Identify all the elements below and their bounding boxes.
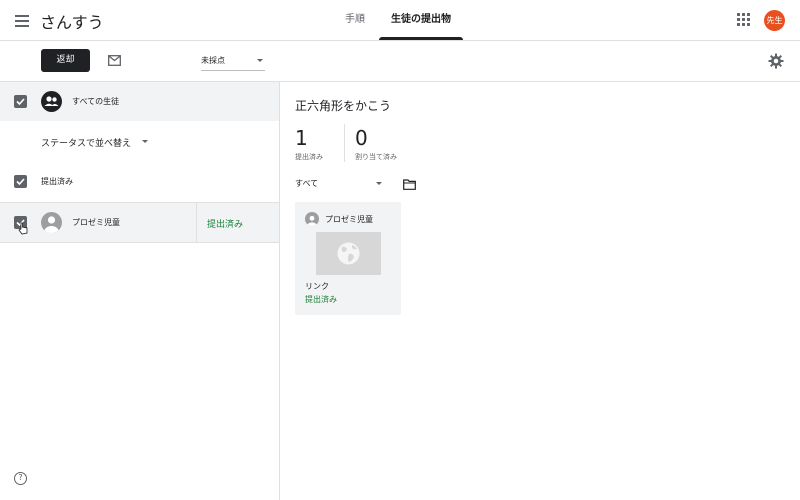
email-icon[interactable]: [108, 55, 121, 66]
grade-filter-value: 未採点: [201, 56, 225, 65]
card-student-avatar: [305, 212, 319, 226]
account-avatar[interactable]: 先生: [764, 10, 785, 31]
submission-filter-value: すべて: [295, 179, 319, 188]
top-app-bar: さんすう 手順 生徒の提出物 先生: [0, 0, 800, 41]
submitted-count-label: 提出済み: [295, 153, 323, 161]
student-avatar: [41, 212, 62, 233]
row-divider: [196, 203, 197, 242]
student-list-panel: すべての生徒 ステータスで並べ替え 提出済み プロゼミ児童 提出済み ?: [0, 82, 280, 500]
settings-gear-icon[interactable]: [768, 53, 784, 69]
submitted-count: 1: [295, 126, 308, 150]
group-icon: [41, 91, 62, 112]
sort-by-status-label[interactable]: ステータスで並べ替え: [41, 136, 131, 149]
attachment-link-label[interactable]: リンク: [305, 281, 329, 292]
assigned-count-label: 割り当て済み: [355, 153, 397, 161]
return-button[interactable]: 返却: [41, 49, 90, 72]
help-icon[interactable]: ?: [14, 472, 27, 485]
student-status: 提出済み: [207, 220, 244, 230]
all-students-checkbox[interactable]: [14, 95, 27, 108]
grading-toolbar: 返却 未採点: [0, 41, 800, 82]
tab-procedure[interactable]: 手順: [335, 0, 375, 40]
chevron-down-icon: [376, 182, 382, 185]
class-title[interactable]: さんすう: [40, 9, 104, 33]
card-status: 提出済み: [305, 295, 337, 304]
tab-student-submissions[interactable]: 生徒の提出物: [379, 0, 463, 40]
submission-filter-dropdown[interactable]: すべて: [295, 178, 385, 192]
stats-divider: [344, 124, 345, 162]
submitted-group-checkbox[interactable]: [14, 175, 27, 188]
all-students-row[interactable]: すべての生徒: [0, 82, 279, 121]
main-menu-icon[interactable]: [12, 10, 32, 30]
card-student-name: プロゼミ児童: [325, 215, 373, 224]
folder-icon[interactable]: [403, 179, 416, 190]
hand-cursor-icon: [18, 222, 28, 235]
submitted-group-label: 提出済み: [41, 177, 73, 186]
globe-icon: [337, 242, 360, 265]
student-row[interactable]: プロゼミ児童 提出済み: [0, 202, 279, 243]
apps-grid-icon[interactable]: [737, 13, 751, 27]
all-students-label: すべての生徒: [72, 97, 120, 106]
assigned-count: 0: [355, 126, 368, 150]
submission-card[interactable]: プロゼミ児童 リンク 提出済み: [295, 202, 401, 315]
student-name: プロゼミ児童: [72, 218, 120, 227]
sort-chevron-down-icon[interactable]: [142, 140, 148, 143]
link-thumbnail[interactable]: [316, 232, 381, 275]
assignment-title: 正六角形をかこう: [295, 99, 392, 113]
grade-filter-dropdown[interactable]: 未採点: [201, 51, 265, 71]
chevron-down-icon: [257, 59, 263, 62]
